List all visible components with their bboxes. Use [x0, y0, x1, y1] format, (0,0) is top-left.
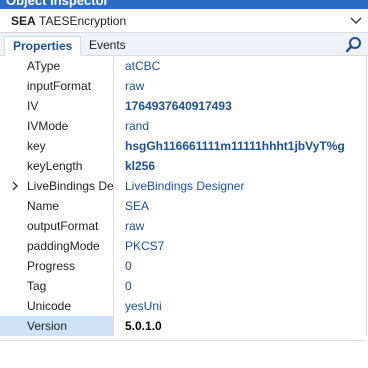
- property-row-tag[interactable]: Tag 0: [0, 276, 366, 296]
- property-name: outputFormat: [0, 216, 114, 236]
- property-name: keyLength: [0, 156, 114, 176]
- title-bar: Object Inspector: [0, 0, 368, 9]
- property-value[interactable]: rand: [115, 116, 366, 136]
- property-name: Tag: [0, 276, 114, 296]
- property-name: AType: [0, 56, 114, 76]
- property-row-iv[interactable]: IV 1764937640917493: [0, 96, 366, 116]
- window-title: Object Inspector: [6, 0, 109, 8]
- property-name: key: [0, 136, 114, 156]
- property-row-name[interactable]: Name SEA: [0, 196, 366, 216]
- property-value[interactable]: kl256: [115, 156, 366, 176]
- property-value[interactable]: 5.0.1.0: [115, 316, 366, 336]
- property-row-ivmode[interactable]: IVMode rand: [0, 116, 366, 136]
- property-name: Name: [0, 196, 114, 216]
- property-value[interactable]: yesUni: [115, 296, 366, 316]
- property-name: inputFormat: [0, 76, 114, 96]
- property-name: Version: [0, 316, 114, 336]
- property-grid: AType atCBC inputFormat raw IV 176493764…: [0, 56, 367, 336]
- property-value[interactable]: atCBC: [115, 56, 366, 76]
- tab-properties[interactable]: Properties: [4, 36, 81, 56]
- property-row-key[interactable]: key hsgGh116661111m11111hhht1jbVyT%g: [0, 136, 366, 156]
- tab-events[interactable]: Events: [81, 36, 135, 56]
- property-row-inputformat[interactable]: inputFormat raw: [0, 76, 366, 96]
- property-row-keylength[interactable]: keyLength kl256: [0, 156, 366, 176]
- property-name: IVMode: [0, 116, 114, 136]
- property-value[interactable]: PKCS7: [115, 236, 366, 256]
- grid-bottom-divider: [0, 340, 366, 341]
- property-value[interactable]: hsgGh116661111m11111hhht1jbVyT%g: [115, 136, 366, 156]
- property-value[interactable]: raw: [115, 216, 366, 236]
- object-selector[interactable]: SEA TAESEncryption: [0, 9, 368, 33]
- property-value[interactable]: LiveBindings Designer: [115, 176, 366, 196]
- property-name: LiveBindings Designer: [0, 176, 114, 196]
- object-type: TAESEncryption: [39, 14, 127, 28]
- property-row-progress[interactable]: Progress 0: [0, 256, 366, 276]
- property-name: Unicode: [0, 296, 114, 316]
- property-row-paddingmode[interactable]: paddingMode PKCS7: [0, 236, 366, 256]
- object-name: SEA: [11, 14, 36, 28]
- property-value[interactable]: SEA: [115, 196, 366, 216]
- inspector-tabs: Properties Events: [0, 33, 368, 56]
- property-name: paddingMode: [0, 236, 114, 256]
- property-name: IV: [0, 96, 114, 116]
- property-row-unicode[interactable]: Unicode yesUni: [0, 296, 366, 316]
- chevron-down-icon[interactable]: [347, 12, 365, 30]
- property-value[interactable]: 0: [115, 276, 366, 296]
- property-row-atype[interactable]: AType atCBC: [0, 56, 366, 76]
- property-row-livebindings[interactable]: LiveBindings Designer LiveBindings Desig…: [0, 176, 366, 196]
- property-row-outputformat[interactable]: outputFormat raw: [0, 216, 366, 236]
- property-value[interactable]: 0: [115, 256, 366, 276]
- property-row-version[interactable]: Version 5.0.1.0: [0, 316, 366, 336]
- property-value[interactable]: 1764937640917493: [115, 96, 366, 116]
- property-value[interactable]: raw: [115, 76, 366, 96]
- property-name: Progress: [0, 256, 114, 276]
- search-icon[interactable]: [345, 36, 363, 54]
